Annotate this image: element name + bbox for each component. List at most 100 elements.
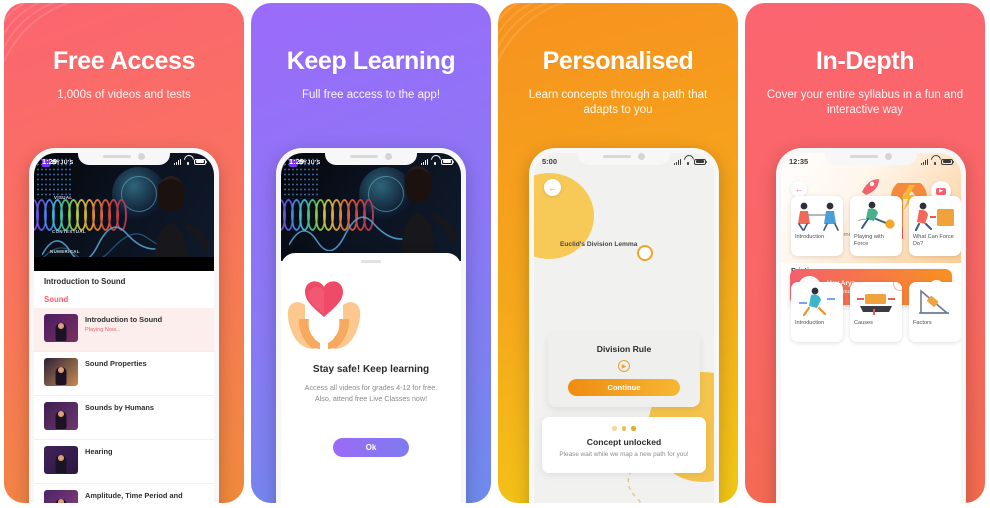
- promo-panel-free-access: Free Access 1,000s of videos and tests B…: [4, 3, 244, 503]
- chapter-card-label: Playing with Force: [854, 234, 884, 247]
- phone-screen: 12:35 ← ▶ Journeys Hey Arya, your Introd…: [781, 153, 961, 503]
- video-letterbox: [34, 257, 214, 271]
- battery-icon: [194, 158, 208, 165]
- lesson-status: Playing Now...: [85, 326, 121, 333]
- wifi-icon: [431, 159, 439, 165]
- chapter-card-row[interactable]: Introduction Playing with Force What Can…: [781, 189, 961, 256]
- concept-card-title: Division Rule: [596, 344, 652, 354]
- battery-icon: [441, 158, 455, 165]
- list-item[interactable]: Amplitude, Time Period and Frequency: [34, 484, 214, 503]
- page-subtitle: Learn concepts through a path that adapt…: [528, 89, 708, 116]
- chapter-card[interactable]: Factors: [909, 282, 961, 342]
- loading-dots-icon: [542, 417, 706, 431]
- cellular-signal-icon: [173, 158, 181, 165]
- modal-title: Stay safe! Keep learning: [312, 364, 430, 375]
- phone-screen: BYJU'S: [34, 153, 214, 503]
- status-time: 12:35: [789, 157, 809, 166]
- chapter-card-label: Introduction: [795, 234, 825, 240]
- chapter-card[interactable]: Introduction: [791, 196, 843, 256]
- chapter-card[interactable]: What Can Force Do?: [909, 196, 961, 256]
- chapter-card[interactable]: Playing with Force: [850, 196, 902, 256]
- phone-notch: [825, 153, 917, 165]
- unlocked-subtitle: Please wait while we map a new path for …: [559, 450, 689, 458]
- front-camera: [638, 153, 645, 160]
- concept-unlocked-toast: Concept unlocked Please wait while we ma…: [542, 417, 706, 473]
- phone-notch: [325, 153, 417, 165]
- list-item[interactable]: Sounds by Humans: [34, 396, 214, 440]
- lesson-thumbnail: [44, 446, 78, 474]
- page-subtitle: 1,000s of videos and tests: [57, 89, 191, 101]
- promo-panel-keep-learning: Keep Learning Full free access to the ap…: [251, 3, 491, 503]
- lesson-title: Hearing: [85, 447, 113, 456]
- chapter-card[interactable]: Introduction: [791, 282, 843, 342]
- video-label-numerical: NUMERICAL: [50, 249, 80, 254]
- modal-sheet: Stay safe! Keep learning Access all vide…: [281, 253, 461, 503]
- chapter-card-row[interactable]: Introduction ··· Causes: [781, 275, 961, 342]
- lesson-title: Sounds by Humans: [85, 403, 154, 412]
- page-subtitle: Cover your entire syllabus in a fun and …: [766, 89, 964, 116]
- phone-mockup: 12:35 ← ▶ Journeys Hey Arya, your Introd…: [776, 148, 966, 503]
- back-arrow-icon[interactable]: ←: [791, 181, 807, 197]
- cellular-signal-icon: [920, 158, 928, 165]
- ok-button[interactable]: Ok: [333, 438, 409, 457]
- list-item[interactable]: Hearing: [34, 440, 214, 484]
- chapter-card-label: Introduction: [795, 320, 825, 326]
- chapter-illustration-pushing-box: [909, 196, 961, 234]
- instructor-figure: [401, 166, 455, 261]
- chapter-card-label: Factors: [913, 320, 932, 326]
- promo-panel-personalised: Personalised Learn concepts through a pa…: [498, 3, 738, 503]
- lesson-title: Introduction to Sound: [85, 315, 163, 324]
- concept-node-label: Euclid's Division Lemma: [560, 241, 638, 248]
- concept-card: Division Rule ▶ Continue: [548, 333, 700, 407]
- video-player[interactable]: BYJU'S: [34, 153, 214, 271]
- front-camera: [885, 153, 892, 160]
- phone-mockup: BYJU'S: [29, 148, 219, 503]
- lesson-title: Amplitude, Time Period and Frequency: [85, 491, 183, 503]
- earpiece-speaker: [850, 155, 878, 158]
- modal-body: Access all videos for grades 4-12 for fr…: [281, 382, 461, 404]
- earpiece-speaker: [603, 155, 631, 158]
- status-time: 5:00: [542, 157, 558, 166]
- earpiece-speaker: [103, 155, 131, 158]
- lesson-thumbnail: [44, 358, 78, 386]
- concept-node-ring[interactable]: [637, 245, 653, 261]
- rocket-icon: [862, 179, 879, 195]
- status-icons: [920, 158, 955, 165]
- chapter-card-label: Causes: [854, 320, 873, 326]
- chapter-illustration-tug-of-war: [791, 196, 843, 234]
- lesson-thumbnail: [44, 314, 78, 342]
- phone-notch: [78, 153, 170, 165]
- phone-mockup: BYJU'S: [276, 148, 466, 503]
- back-arrow-icon[interactable]: ←: [544, 179, 561, 196]
- status-icons: [420, 158, 455, 165]
- phone-screen: BYJU'S: [281, 153, 461, 503]
- cellular-signal-icon: [673, 158, 681, 165]
- lesson-list[interactable]: Introduction to Sound Playing Now... Sou…: [34, 308, 214, 503]
- page-subtitle: Full free access to the app!: [301, 89, 441, 101]
- chapter-card[interactable]: ··· Causes: [850, 282, 902, 342]
- section-label: Sound: [44, 295, 69, 304]
- play-icon[interactable]: ▶: [618, 360, 630, 372]
- sheet-grabber[interactable]: [361, 260, 381, 263]
- list-item[interactable]: Introduction to Sound Playing Now...: [34, 308, 214, 352]
- front-camera: [138, 153, 145, 160]
- hands-holding-heart-icon: [287, 281, 361, 349]
- play-badge-icon: ▶: [936, 187, 946, 195]
- journey-map[interactable]: 5:00 ← Euclid's Division Lemma Division …: [534, 153, 714, 503]
- status-icons: [673, 158, 708, 165]
- list-item[interactable]: Sound Properties: [34, 352, 214, 396]
- cellular-signal-icon: [420, 158, 428, 165]
- wifi-icon: [684, 159, 692, 165]
- app-store-screenshot-gallery: Free Access 1,000s of videos and tests B…: [0, 0, 990, 508]
- status-time: 1:29: [42, 157, 58, 166]
- chapter-illustration-inclined-plane: [909, 282, 961, 320]
- status-time: 1:29: [289, 157, 305, 166]
- continue-button[interactable]: Continue: [568, 379, 680, 396]
- page-title: Personalised: [542, 47, 694, 75]
- promo-panel-in-depth: In-Depth Cover your entire syllabus in a…: [745, 3, 985, 503]
- chapter-card-label: What Can Force Do?: [913, 234, 954, 247]
- subject-home-screen[interactable]: 12:35 ← ▶ Journeys Hey Arya, your Introd…: [781, 153, 961, 503]
- video-label-contextual: CONTEXTUAL: [52, 229, 87, 234]
- chapter-illustration-skating: [791, 282, 843, 320]
- chapter-illustration-kicking-ball: [850, 196, 902, 234]
